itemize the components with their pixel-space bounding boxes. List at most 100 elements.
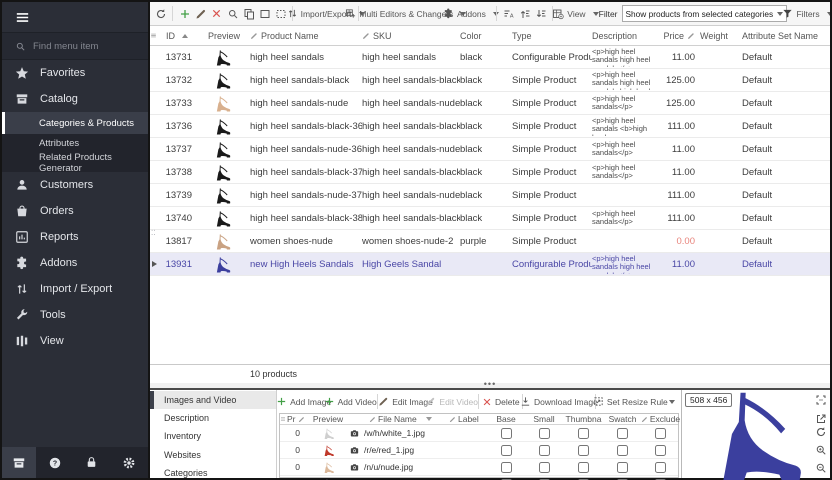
column-header-file-name[interactable]: File Name xyxy=(349,414,449,424)
column-header-exclude[interactable]: Exclude xyxy=(641,414,680,424)
image-row[interactable]: 0 /r/e/red_1.jpg xyxy=(280,442,678,459)
open-external-icon[interactable] xyxy=(815,413,827,425)
column-header-swatch[interactable]: Swatch xyxy=(604,414,641,424)
category-filter-select[interactable]: Show products from selected categories xyxy=(622,5,788,22)
table-row[interactable]: 13738 high heel sandals-black-37 high he… xyxy=(150,161,830,184)
column-header-position[interactable]: Pr xyxy=(287,414,307,424)
thumbnail-checkbox[interactable] xyxy=(578,428,589,439)
column-header-sku[interactable]: SKU xyxy=(362,31,460,41)
exclude-checkbox[interactable] xyxy=(655,428,666,439)
image-row[interactable]: 0 /w/h/white_1.jpg xyxy=(280,425,678,442)
small-checkbox[interactable] xyxy=(539,445,550,456)
image-row[interactable]: 0 /n/u/nude.jpg xyxy=(280,459,678,476)
thumbnail-checkbox[interactable] xyxy=(578,462,589,473)
column-header-weight[interactable]: Weight xyxy=(700,31,742,41)
column-header-attribute-set[interactable]: Attribute Set Name xyxy=(742,31,826,41)
thumbnail-checkbox[interactable] xyxy=(578,445,589,456)
view-menu[interactable]: View xyxy=(557,4,593,24)
add-product-button[interactable] xyxy=(177,4,192,24)
column-header-base[interactable]: Base xyxy=(487,414,525,424)
table-row[interactable]: 13731 high heel sandals high heel sandal… xyxy=(150,46,830,69)
sidebar-item[interactable]: Orders xyxy=(2,198,148,224)
delete-product-button[interactable] xyxy=(209,4,224,24)
sidebar-item[interactable]: Catalog xyxy=(2,86,148,112)
sidebar-item[interactable]: Import / Export xyxy=(2,276,148,302)
search-button[interactable] xyxy=(225,4,240,24)
sidebar-item[interactable]: View xyxy=(2,328,148,354)
exclude-checkbox[interactable] xyxy=(655,462,666,473)
swatch-checkbox[interactable] xyxy=(617,428,628,439)
base-checkbox[interactable] xyxy=(501,445,512,456)
column-header-product-name[interactable]: Product Name xyxy=(250,31,362,41)
detail-tab[interactable]: Categories xyxy=(150,464,276,480)
table-row[interactable]: 13737 high heel sandals-nude-36 high hee… xyxy=(150,138,830,161)
column-header-preview[interactable]: Preview xyxy=(198,31,250,41)
small-checkbox[interactable] xyxy=(539,462,550,473)
table-row[interactable]: 13931 new High Heels Sandals High Geels … xyxy=(150,253,830,276)
select-button[interactable] xyxy=(257,4,272,24)
base-checkbox[interactable] xyxy=(501,428,512,439)
download-image-button[interactable]: Download Image xyxy=(528,392,589,412)
lock-icon[interactable] xyxy=(73,456,110,469)
rotate-icon[interactable] xyxy=(815,426,827,438)
sidebar-subitem[interactable]: Related Products Generator xyxy=(2,153,148,172)
hamburger-menu-button[interactable] xyxy=(2,2,148,32)
column-header-id[interactable]: ID xyxy=(160,31,198,41)
help-icon[interactable] xyxy=(36,456,73,470)
sidebar-item[interactable]: Customers xyxy=(2,172,148,198)
table-row[interactable]: 13739 high heel sandals-nude-37 high hee… xyxy=(150,184,830,207)
delete-image-button[interactable]: Delete xyxy=(484,392,517,412)
table-row[interactable]: 13736 high heel sandals-black-36 high he… xyxy=(150,115,830,138)
detail-tab[interactable]: Websites xyxy=(150,446,276,464)
sort-attributes-button[interactable] xyxy=(501,4,516,24)
column-header-small[interactable]: Small xyxy=(525,414,563,424)
column-header-type[interactable]: Type xyxy=(512,31,592,41)
small-checkbox[interactable] xyxy=(539,428,550,439)
zoom-out-icon[interactable] xyxy=(815,462,827,474)
zoom-in-icon[interactable] xyxy=(815,444,827,456)
table-row[interactable]: 13817 women shoes-nude women shoes-nude-… xyxy=(150,230,830,253)
column-header-description[interactable]: Description xyxy=(592,31,654,41)
swatch-checkbox[interactable] xyxy=(617,445,628,456)
add-video-button[interactable]: Add Video xyxy=(328,392,372,412)
multi-editors-menu[interactable]: Multi Editors & Changers xyxy=(363,4,448,24)
move-down-button[interactable] xyxy=(533,4,548,24)
more-options-button[interactable] xyxy=(662,392,677,412)
edit-image-button[interactable]: Edit Image xyxy=(383,392,428,412)
column-header-preview[interactable]: Preview xyxy=(307,414,349,424)
settings-gear-icon[interactable] xyxy=(111,456,148,470)
sidebar-item[interactable]: Tools xyxy=(2,302,148,328)
sidebar-item[interactable]: Favorites xyxy=(2,60,148,86)
detail-tab[interactable]: Inventory xyxy=(150,427,276,445)
exclude-checkbox[interactable] xyxy=(655,445,666,456)
sidebar-subitem[interactable]: Attributes xyxy=(2,134,148,153)
menu-search-input[interactable] xyxy=(33,41,133,52)
swatch-checkbox[interactable] xyxy=(617,462,628,473)
sidebar-subitem[interactable]: Categories & Products xyxy=(2,112,148,134)
edit-video-button[interactable]: Edit Video xyxy=(430,392,473,412)
move-up-button[interactable] xyxy=(517,4,532,24)
actual-size-icon[interactable] xyxy=(815,394,827,406)
sidebar-item[interactable]: Addons xyxy=(2,250,148,276)
copy-button[interactable] xyxy=(241,4,256,24)
detail-tab[interactable]: Description xyxy=(150,409,276,427)
table-row[interactable]: 13733 high heel sandals-nude high heel s… xyxy=(150,92,830,115)
store-manager-icon[interactable] xyxy=(2,447,36,478)
image-row[interactable]: 0 /l/i/lilac_1.jpg xyxy=(280,476,678,480)
detail-tab[interactable]: Images and Video xyxy=(150,391,276,409)
table-row[interactable]: 13732 high heel sandals-black high heel … xyxy=(150,69,830,92)
base-checkbox[interactable] xyxy=(501,462,512,473)
filters-menu[interactable]: Filters xyxy=(788,4,827,24)
edit-product-button[interactable] xyxy=(193,4,208,24)
column-header-color[interactable]: Color xyxy=(460,31,512,41)
panel-splitter-grip[interactable]: ⁚⁚ xyxy=(151,232,158,236)
refresh-button[interactable] xyxy=(153,4,168,24)
table-row[interactable]: 13740 high heel sandals-black-38 high he… xyxy=(150,207,830,230)
set-resize-rule-button[interactable]: Set Resize Rule xyxy=(601,392,660,412)
addons-menu[interactable]: Addons xyxy=(450,4,493,24)
column-header-price[interactable]: Price xyxy=(654,31,700,41)
add-image-button[interactable]: Add Image xyxy=(281,392,326,412)
column-header-thumbnail[interactable]: Thumbna xyxy=(563,414,604,424)
column-header-label[interactable]: Label xyxy=(449,414,487,424)
sidebar-item[interactable]: Reports xyxy=(2,224,148,250)
